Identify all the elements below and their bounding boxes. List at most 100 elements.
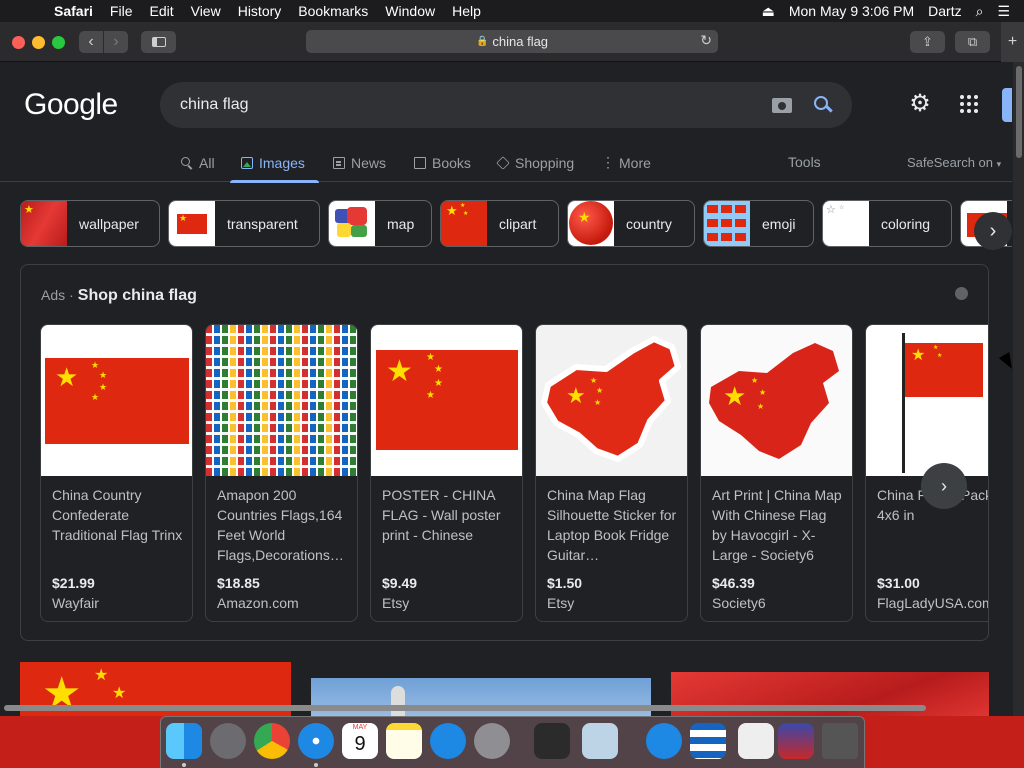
product-title: China Map Flag Silhouette Sticker for La… <box>547 487 677 563</box>
sidebar-icon <box>151 37 166 47</box>
search-icon[interactable]: ⌕ <box>976 3 984 20</box>
menu-edit[interactable]: Edit <box>149 3 173 19</box>
tab-shopping[interactable]: Shopping <box>496 152 574 174</box>
sidebar-toggle-button[interactable] <box>141 31 176 53</box>
tab-label: Images <box>259 155 305 171</box>
gear-icon[interactable]: ⚙ <box>908 92 932 116</box>
search-input[interactable] <box>180 93 740 117</box>
document-icon[interactable] <box>738 723 774 759</box>
app-store-icon[interactable] <box>430 723 466 759</box>
chip-wallpaper[interactable]: ★ wallpaper <box>20 200 160 247</box>
chip-country[interactable]: ★ country <box>567 200 695 247</box>
chip-label: coloring <box>881 216 931 232</box>
shopping-ads-card: Ads · Shop china flag ★ ★ ★ ★ ★ China Coun… <box>20 264 989 641</box>
reload-icon[interactable]: ↻ <box>700 32 712 49</box>
search-tabs: All Images News Books Shopping More Tool… <box>0 146 1012 183</box>
app-store-folder-icon[interactable] <box>646 723 682 759</box>
tab-more[interactable]: More <box>601 152 651 174</box>
tabs-icon[interactable]: ⧉ <box>955 31 990 53</box>
forward-button[interactable]: › <box>104 31 128 53</box>
menu-bookmarks[interactable]: Bookmarks <box>298 3 368 19</box>
search-icon <box>181 157 193 169</box>
search-icon[interactable] <box>812 94 834 116</box>
menu-file[interactable]: File <box>110 3 133 19</box>
address-bar[interactable]: 🔒 china flag ↻ <box>306 30 718 53</box>
finder-icon[interactable] <box>166 723 202 759</box>
calendar-icon[interactable]: MAY 9 <box>342 723 378 759</box>
menu-view[interactable]: View <box>191 3 221 19</box>
new-tab-button[interactable]: + <box>1001 22 1024 62</box>
close-window-button[interactable] <box>12 36 25 49</box>
menu-user[interactable]: Dartz <box>928 3 961 19</box>
system-preferences-icon[interactable] <box>474 723 510 759</box>
product-store: Society6 <box>712 595 766 611</box>
scroll-thumb[interactable] <box>4 705 926 711</box>
chip-thumbnail: ☆ ☆ <box>823 201 869 246</box>
scroll-thumb[interactable] <box>1016 66 1022 158</box>
chrome-icon[interactable] <box>254 723 290 759</box>
safari-icon[interactable] <box>298 723 334 759</box>
chevron-right-icon[interactable]: › <box>921 463 967 509</box>
notes-icon[interactable] <box>386 723 422 759</box>
share-icon[interactable]: ⇪ <box>910 31 945 53</box>
chip-emoji[interactable]: emoji <box>703 200 814 247</box>
menu-window[interactable]: Window <box>385 3 435 19</box>
product-card[interactable]: Amapon 200 Countries Flags,164 Feet Worl… <box>205 324 358 622</box>
product-card[interactable]: ★ ★ ★ ★ China Map Flag Silhouette Sticke… <box>535 324 688 622</box>
svg-text:★: ★ <box>590 376 597 385</box>
menu-app-name[interactable]: Safari <box>54 3 93 19</box>
safesearch-toggle[interactable]: SafeSearch on ▾ <box>907 155 1001 170</box>
related-chips: ★ wallpaper ★ transparent map ★ ★ ★ clip… <box>20 200 1012 247</box>
camera-icon[interactable] <box>772 95 792 113</box>
chip-thumbnail: ★ <box>568 201 614 246</box>
chip-coloring[interactable]: ☆ ☆ coloring <box>822 200 952 247</box>
tab-images[interactable]: Images <box>241 152 305 174</box>
ads-header: Ads · Shop china flag <box>41 287 197 305</box>
svg-text:★: ★ <box>723 382 746 412</box>
vertical-scrollbar[interactable] <box>1013 62 1024 716</box>
china-map-art-print: ★ ★ ★ ★ <box>709 343 839 459</box>
tab-all[interactable]: All <box>181 152 215 174</box>
wifi-icon[interactable]: ⏏ <box>762 3 775 20</box>
tab-news[interactable]: News <box>333 152 386 174</box>
cuba-flag-file-icon[interactable] <box>690 723 726 759</box>
info-icon[interactable] <box>955 287 968 300</box>
tools-button[interactable]: Tools <box>788 154 821 170</box>
chevron-down-icon: ▾ <box>996 159 1002 169</box>
menu-help[interactable]: Help <box>452 3 481 19</box>
horizontal-scrollbar[interactable] <box>0 703 1013 713</box>
product-card[interactable]: ★ ★ ★ ★ ★ China Country Confederate Trad… <box>40 324 193 622</box>
chip-thumbnail: ★ ★ ★ <box>441 201 487 246</box>
menu-bar: Safari File Edit View History Bookmarks … <box>0 0 1024 22</box>
product-store: Etsy <box>547 595 575 611</box>
menu-clock[interactable]: Mon May 9 3:06 PM <box>789 3 914 19</box>
ads-label: Ads <box>41 287 66 303</box>
minimize-window-button[interactable] <box>32 36 45 49</box>
chip-clipart[interactable]: ★ ★ ★ clipart <box>440 200 559 247</box>
trash-icon[interactable] <box>822 723 858 759</box>
chip-transparent[interactable]: ★ transparent <box>168 200 320 247</box>
terminal-icon[interactable] <box>534 723 570 759</box>
running-indicator <box>182 763 186 767</box>
photo-stack-icon[interactable] <box>778 723 814 759</box>
chevron-right-icon[interactable]: › <box>974 212 1012 250</box>
svg-text:★: ★ <box>594 398 601 407</box>
apps-grid-icon[interactable] <box>960 95 978 113</box>
back-button[interactable]: ‹ <box>79 31 103 53</box>
zoom-window-button[interactable] <box>52 36 65 49</box>
star-icon: ★ <box>94 667 109 684</box>
preview-icon[interactable] <box>582 723 618 759</box>
chip-label: map <box>387 216 415 232</box>
product-card[interactable]: ★ ★ ★ ★ Art Print | China Map With Chine… <box>700 324 853 622</box>
tab-books[interactable]: Books <box>414 152 471 174</box>
svg-text:★: ★ <box>566 384 586 409</box>
svg-text:★: ★ <box>751 376 758 385</box>
product-price: $46.39 <box>712 575 755 591</box>
google-logo[interactable]: Google <box>24 88 118 122</box>
chip-map[interactable]: map <box>328 200 432 247</box>
sign-in-button[interactable] <box>1002 88 1012 122</box>
launchpad-icon[interactable] <box>210 723 246 759</box>
control-center-icon[interactable]: ☰ <box>997 3 1010 20</box>
menu-history[interactable]: History <box>238 3 282 19</box>
product-card[interactable]: ★ ★ ★ ★ ★ POSTER - CHINA FLAG - Wall pos… <box>370 324 523 622</box>
